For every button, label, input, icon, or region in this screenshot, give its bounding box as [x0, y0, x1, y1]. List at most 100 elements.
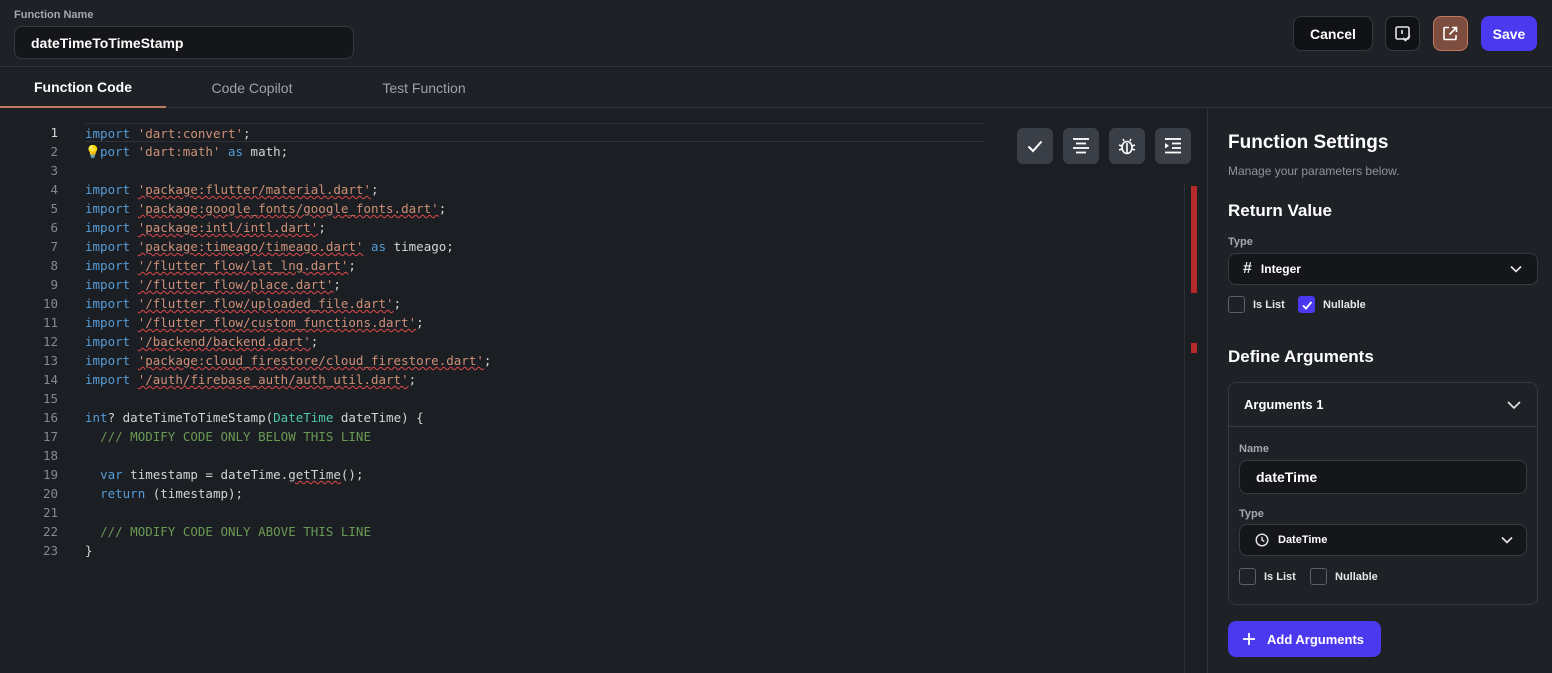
checklist-button[interactable]	[1385, 16, 1420, 51]
line-number: 4	[50, 182, 58, 197]
open-external-button[interactable]	[1433, 16, 1468, 51]
code-text: ;	[370, 182, 379, 197]
code-string: '/auth/firebase_auth/auth_util.dart'	[137, 372, 409, 387]
code-comment: /// MODIFY CODE ONLY ABOVE THIS LINE	[100, 524, 371, 539]
return-is-list-checkbox[interactable]: Is List	[1228, 296, 1285, 313]
argument-type-dropdown[interactable]: DateTime	[1239, 524, 1527, 556]
chevron-down-icon	[1500, 533, 1514, 547]
line-number: 17	[42, 429, 58, 444]
code-text: ;	[393, 296, 402, 311]
code-text: ;	[348, 258, 356, 273]
code-string: '/flutter_flow/uploaded_file.dart'	[137, 296, 394, 311]
indent-icon	[1165, 138, 1181, 154]
line-number: 5	[50, 201, 58, 216]
code-text: ;	[483, 353, 492, 368]
line-number: 12	[42, 334, 58, 349]
lightbulb-icon[interactable]: 💡	[85, 142, 101, 161]
code-keyword: import	[85, 182, 131, 197]
cancel-button[interactable]: Cancel	[1293, 16, 1373, 51]
argument-is-list-checkbox[interactable]: Is List	[1239, 568, 1296, 585]
code-keyword: import	[85, 201, 131, 216]
line-number: 22	[42, 524, 58, 539]
code-text: math;	[243, 144, 289, 159]
checkmark-icon	[1301, 300, 1312, 310]
tab-code-copilot[interactable]: Code Copilot	[186, 68, 318, 108]
define-arguments-heading: Define Arguments	[1228, 347, 1374, 366]
save-button[interactable]: Save	[1481, 16, 1537, 51]
argument-type-label: Type	[1239, 508, 1264, 520]
code-type: DateTime	[273, 410, 334, 425]
code-keyword: import	[85, 315, 131, 330]
argument-name-label: Name	[1239, 443, 1269, 455]
line-number: 23	[42, 543, 58, 558]
add-arguments-button[interactable]: Add Arguments	[1228, 621, 1381, 657]
code-keyword: import	[85, 372, 131, 387]
code-text: dateTime) {	[333, 410, 424, 425]
code-keyword: import	[85, 353, 131, 368]
function-name-input[interactable]	[14, 26, 354, 59]
line-number: 1	[50, 125, 58, 140]
argument-type-value: DateTime	[1278, 534, 1328, 546]
code-text: ;	[243, 126, 251, 141]
editor-scrollbar-track[interactable]	[1184, 184, 1185, 673]
code-line: import '/backend/backend.dart';	[85, 332, 985, 351]
code-line: import '/flutter_flow/lat_lng.dart';	[85, 256, 985, 275]
code-keyword: port	[100, 144, 131, 159]
clock-icon	[1255, 533, 1269, 547]
checkbox-label: Is List	[1264, 570, 1296, 583]
checkbox-label: Is List	[1253, 298, 1285, 311]
code-keyword: import	[85, 239, 131, 254]
code-keyword: import	[85, 296, 131, 311]
format-code-button[interactable]	[1063, 128, 1099, 164]
code-editor[interactable]: 1 2 3 4 5 6 7 8 9 10 11 12 13 14 15 16 1…	[0, 109, 1206, 673]
code-line: import 'package:cloud_firestore/cloud_fi…	[85, 351, 985, 370]
code-line: import '/flutter_flow/custom_functions.d…	[85, 313, 985, 332]
code-lines[interactable]: import 'dart:convert'; 💡port 'dart:math'…	[85, 123, 985, 560]
code-keyword: as	[227, 144, 244, 159]
line-number: 9	[50, 277, 58, 292]
line-number: 18	[42, 448, 58, 463]
code-line: import 'package:google_fonts/google_font…	[85, 199, 985, 218]
argument-nullable-checkbox[interactable]: Nullable	[1310, 568, 1378, 585]
code-line: import '/auth/firebase_auth/auth_util.da…	[85, 370, 985, 389]
code-line: /// MODIFY CODE ONLY BELOW THIS LINE	[85, 427, 985, 446]
argument-header[interactable]: Arguments 1	[1229, 383, 1537, 427]
open-external-icon	[1443, 26, 1458, 41]
line-number: 15	[42, 391, 58, 406]
line-number: 20	[42, 486, 58, 501]
code-line: import 'dart:convert';	[85, 123, 985, 142]
chevron-down-icon	[1506, 397, 1522, 413]
code-keyword: import	[85, 126, 131, 141]
code-string: '/flutter_flow/lat_lng.dart'	[137, 258, 349, 273]
code-line: import 'package:timeago/timeago.dart' as…	[85, 237, 985, 256]
tab-test-function[interactable]: Test Function	[360, 68, 488, 108]
line-number: 14	[42, 372, 58, 387]
checkbox-label: Nullable	[1335, 570, 1378, 583]
argument-name-input[interactable]	[1239, 460, 1527, 494]
line-number: 3	[50, 163, 58, 178]
argument-card: Arguments 1 Name Type DateTime Is List N…	[1228, 382, 1538, 605]
line-number: 21	[42, 505, 58, 520]
code-string: 'dart:convert'	[137, 126, 244, 141]
code-line: }	[85, 541, 985, 560]
header-bar: Function Name Cancel Save	[0, 0, 1552, 67]
return-nullable-checkbox[interactable]: Nullable	[1298, 296, 1366, 313]
code-line: 💡port 'dart:math' as math;	[85, 142, 985, 161]
debug-button[interactable]	[1109, 128, 1145, 164]
code-string: 'package:cloud_firestore/cloud_firestore…	[137, 353, 484, 368]
tab-function-code[interactable]: Function Code	[0, 68, 166, 108]
return-type-label: Type	[1228, 236, 1253, 248]
argument-title: Arguments 1	[1244, 397, 1324, 412]
code-line: /// MODIFY CODE ONLY ABOVE THIS LINE	[85, 522, 985, 541]
return-type-dropdown[interactable]: # Integer	[1228, 253, 1538, 285]
line-number: 11	[42, 315, 58, 330]
indent-button[interactable]	[1155, 128, 1191, 164]
check-code-button[interactable]	[1017, 128, 1053, 164]
line-number: 16	[42, 410, 58, 425]
code-keyword: as	[371, 239, 387, 254]
checkbox-box	[1228, 296, 1245, 313]
code-keyword: var	[100, 467, 123, 482]
